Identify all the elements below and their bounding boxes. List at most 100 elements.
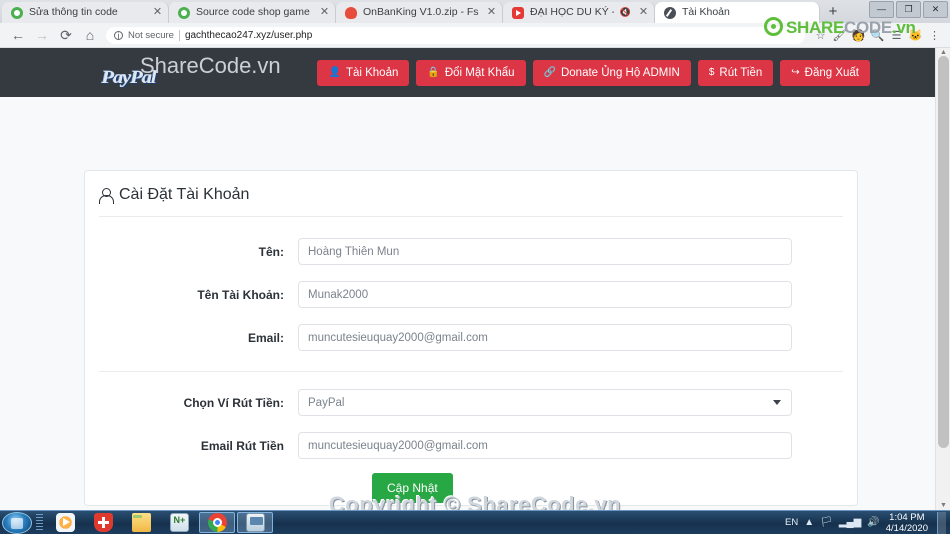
clock-time: 1:04 PM (889, 511, 925, 523)
tab-title: Sửa thông tin code (29, 6, 118, 18)
show-desktop-button[interactable] (937, 511, 946, 534)
nav-button-label: Donate Ủng Hộ ADMIN (560, 66, 680, 79)
chrome-icon (207, 513, 227, 532)
site-navbar: PayPal ShareCode.vn 👤 Tài Khoản 🔒 Đổi Mậ… (0, 48, 950, 97)
field-label: Chọn Ví Rút Tiền: (183, 395, 284, 410)
taskbar-app-windows-media-player[interactable] (47, 512, 83, 533)
wallet-select[interactable]: PayPal (298, 389, 792, 416)
network-icon[interactable]: ▂▄▆ (839, 517, 861, 528)
brand-logo[interactable]: PayPal (95, 58, 230, 88)
clock[interactable]: 1:04 PM 4/14/2020 (886, 512, 928, 534)
home-icon[interactable]: ⌂ (78, 27, 102, 43)
username-input[interactable]: Munak2000 (298, 281, 792, 308)
card-title-text: Cài Đặt Tài Khoản (119, 186, 250, 203)
nav-button-tai-khoan[interactable]: 👤 Tài Khoản (317, 59, 410, 86)
browser-tab-3[interactable]: OnBanKing V1.0.zip - Fshare ✕ (336, 2, 503, 23)
chevron-down-icon (773, 400, 781, 405)
tab-title: Tài Khoản (682, 6, 730, 18)
page-viewport: PayPal ShareCode.vn 👤 Tài Khoản 🔒 Đổi Mậ… (0, 48, 950, 510)
form-row-chon-vi: Chọn Ví Rút Tiền: PayPal (85, 381, 857, 424)
browser-tab-1[interactable]: Sửa thông tin code ✕ (2, 2, 169, 23)
address-bar[interactable]: i Not secure gachthecao247.xyz/user.php (106, 26, 805, 44)
dollar-icon: $ (708, 66, 715, 78)
field-label: Email: (247, 330, 284, 345)
scrollbar-thumb[interactable] (938, 56, 949, 448)
page-scrollbar[interactable]: ▲ ▼ (935, 48, 950, 510)
nav-button-rut-tien[interactable]: $ Rút Tiền (697, 59, 774, 86)
taskbar-app-security-shield[interactable] (85, 512, 121, 533)
language-indicator[interactable]: EN (785, 517, 798, 528)
forward-icon[interactable]: → (30, 27, 54, 43)
close-icon[interactable]: ✕ (151, 2, 164, 23)
notepad-icon (169, 513, 189, 532)
browser-tab-5-active[interactable]: Tài Khoản (655, 2, 820, 23)
form-row-ten: Tên: Hoàng Thiên Mun (85, 230, 857, 273)
show-hidden-icons-icon[interactable]: ▲ (804, 517, 814, 528)
field-value: Hoàng Thiên Mun (308, 245, 400, 258)
form-row-ten-tai-khoan: Tên Tài Khoản: Munak2000 (85, 273, 857, 316)
paypal-logo: PayPal (101, 66, 156, 87)
taskbar-app-file-explorer[interactable] (123, 512, 159, 533)
user-icon: 👤 (328, 66, 341, 78)
close-icon[interactable]: ✕ (637, 2, 650, 23)
search-icon[interactable]: 🔍 (868, 29, 887, 42)
media-player-icon (55, 513, 75, 532)
nav-button-doi-mat-khau[interactable]: 🔒 Đổi Mật Khẩu (416, 59, 526, 86)
tab-title: ĐẠI HỌC DU KÝ - Kiếp Nạn (530, 6, 614, 18)
flag-icon[interactable]: 🏳 (820, 517, 833, 528)
email-input[interactable]: muncutesieuquay2000@gmail.com (298, 324, 792, 351)
extension-icon[interactable]: 🖌 (830, 29, 849, 42)
new-tab-button[interactable]: + (822, 3, 844, 22)
close-icon[interactable]: ✕ (318, 2, 331, 23)
profile-icon[interactable]: 🧑 (849, 29, 868, 42)
nav-button-label: Đổi Mật Khẩu (444, 66, 515, 79)
maximize-button[interactable]: ❐ (896, 1, 921, 18)
close-window-button[interactable]: ✕ (923, 1, 948, 18)
tab-strip: Sửa thông tin code ✕ Source code shop ga… (0, 0, 950, 23)
taskbar-app-remote-desktop[interactable] (237, 512, 273, 533)
field-value: PayPal (308, 396, 345, 409)
folder-icon (131, 513, 151, 532)
account-settings-card: Cài Đặt Tài Khoản Tên: Hoàng Thiên Mun T… (84, 170, 858, 506)
minimize-button[interactable]: — (869, 1, 894, 18)
close-icon[interactable]: ✕ (485, 2, 498, 23)
browser-window: Sửa thông tin code ✕ Source code shop ga… (0, 0, 950, 517)
taskbar-app-notepad-plus-plus[interactable] (161, 512, 197, 533)
start-button[interactable] (2, 511, 32, 534)
star-icon[interactable]: ☆ (811, 29, 830, 42)
sharecode-icon (178, 6, 190, 19)
security-label: Not secure (128, 29, 174, 41)
update-button[interactable]: Cập Nhật (372, 473, 453, 503)
site-icon (664, 6, 676, 19)
scroll-down-icon[interactable]: ▼ (940, 502, 947, 509)
taskbar-app-google-chrome[interactable] (199, 512, 235, 533)
tab-title: OnBanKing V1.0.zip - Fshare (363, 6, 479, 18)
info-icon[interactable]: i (114, 30, 123, 40)
nav-button-donate[interactable]: 🔗 Donate Ủng Hộ ADMIN (532, 59, 691, 86)
browser-tab-4[interactable]: ĐẠI HỌC DU KÝ - Kiếp Nạn 🔇 ✕ (503, 2, 655, 23)
field-label: Tên: (258, 244, 284, 259)
list-icon[interactable]: ☰ (887, 29, 906, 42)
cat-icon[interactable]: 🐱 (906, 29, 925, 42)
field-value: muncutesieuquay2000@gmail.com (308, 439, 488, 452)
fshare-icon (345, 6, 357, 19)
remote-desktop-icon (245, 513, 265, 532)
volume-icon[interactable]: 🔊 (867, 517, 879, 528)
withdraw-email-input[interactable]: muncutesieuquay2000@gmail.com (298, 432, 792, 459)
person-icon (99, 187, 114, 204)
mute-icon[interactable]: 🔇 (620, 7, 631, 18)
field-value: Munak2000 (308, 288, 369, 301)
system-tray: EN ▲ 🏳 ▂▄▆ 🔊 1:04 PM 4/14/2020 (785, 511, 950, 534)
nav-button-dang-xuat[interactable]: ↪ Đăng Xuất (780, 59, 870, 86)
reload-icon[interactable]: ⟳ (54, 27, 78, 44)
back-icon[interactable]: ← (6, 27, 30, 43)
nav-button-label: Đăng Xuất (804, 66, 859, 79)
menu-icon[interactable]: ⋮ (925, 29, 944, 42)
browser-tab-2[interactable]: Source code shop game thích h ✕ (169, 2, 336, 23)
link-icon: 🔗 (543, 66, 556, 78)
name-input[interactable]: Hoàng Thiên Mun (298, 238, 792, 265)
nav-button-label: Tài Khoản (345, 66, 399, 79)
navbar-links: 👤 Tài Khoản 🔒 Đổi Mật Khẩu 🔗 Donate Ủng … (317, 59, 870, 86)
youtube-icon (512, 6, 524, 19)
scroll-up-icon[interactable]: ▲ (940, 49, 947, 56)
